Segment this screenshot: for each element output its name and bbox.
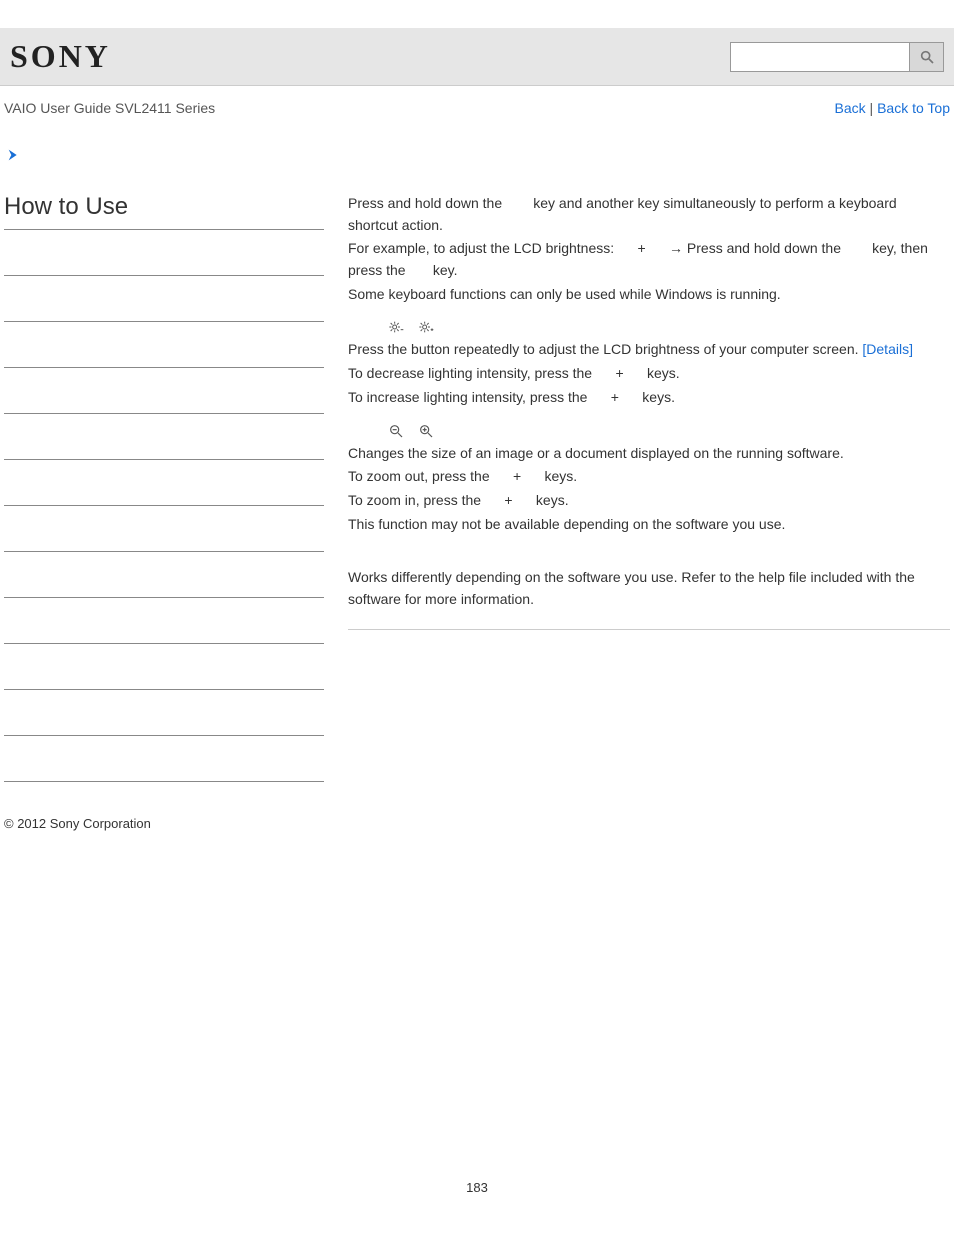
sidebar-item[interactable]: [4, 506, 324, 552]
page-number: 183: [0, 1180, 954, 1195]
sidebar-item[interactable]: [4, 230, 324, 276]
sidebar-item[interactable]: [4, 276, 324, 322]
note-paragraph: Some keyboard functions can only be used…: [348, 284, 950, 306]
copyright: © 2012 Sony Corporation: [4, 816, 151, 831]
sidebar-item[interactable]: [4, 552, 324, 598]
brightness-up-icon: [418, 319, 434, 335]
search-button[interactable]: [910, 42, 944, 72]
brightness-icons: [388, 319, 950, 335]
back-link[interactable]: Back: [835, 100, 866, 116]
brightness-desc: Press the button repeatedly to adjust th…: [348, 339, 950, 361]
footer: © 2012 Sony Corporation: [0, 782, 954, 865]
brightness-increase: To increase lighting intensity, press th…: [348, 387, 950, 409]
main-content: Press and hold down the key and another …: [324, 193, 950, 782]
link-separator: |: [866, 100, 877, 116]
example-paragraph: For example, to adjust the LCD brightnes…: [348, 238, 950, 281]
sidebar-item[interactable]: [4, 736, 324, 782]
divider: [348, 629, 950, 630]
sidebar-item[interactable]: [4, 322, 324, 368]
zoom-desc: Changes the size of an image or a docume…: [348, 443, 950, 465]
search-input[interactable]: [730, 42, 910, 72]
sidebar-item[interactable]: [4, 598, 324, 644]
sony-logo: SONY: [10, 38, 111, 75]
search-area: [730, 42, 944, 72]
sidebar-item[interactable]: [4, 414, 324, 460]
sidebar-item[interactable]: [4, 644, 324, 690]
back-to-top-link[interactable]: Back to Top: [877, 100, 950, 116]
guide-title: VAIO User Guide SVL2411 Series: [4, 100, 215, 116]
details-link[interactable]: [Details]: [862, 341, 913, 357]
content: How to Use Press and hold down the key a…: [0, 193, 954, 782]
fkeys-desc: Works differently depending on the softw…: [348, 567, 950, 610]
zoom-out-line: To zoom out, press the + keys.: [348, 466, 950, 488]
brightness-down-icon: [388, 319, 404, 335]
breadcrumb-arrow-icon: [6, 146, 954, 169]
subheader: VAIO User Guide SVL2411 Series Back | Ba…: [0, 86, 954, 126]
nav-links: Back | Back to Top: [835, 100, 950, 116]
intro-paragraph: Press and hold down the key and another …: [348, 193, 950, 236]
sidebar-item[interactable]: [4, 368, 324, 414]
zoom-in-line: To zoom in, press the + keys.: [348, 490, 950, 512]
header-bar: SONY: [0, 28, 954, 86]
zoom-out-icon: [388, 423, 404, 439]
sidebar-item[interactable]: [4, 460, 324, 506]
sidebar-item[interactable]: [4, 690, 324, 736]
zoom-note: This function may not be available depen…: [348, 514, 950, 536]
zoom-icons: [388, 423, 950, 439]
sidebar-title: How to Use: [4, 193, 324, 230]
brightness-decrease: To decrease lighting intensity, press th…: [348, 363, 950, 385]
sidebar: How to Use: [4, 193, 324, 782]
zoom-in-icon: [418, 423, 434, 439]
search-icon: [919, 49, 935, 65]
